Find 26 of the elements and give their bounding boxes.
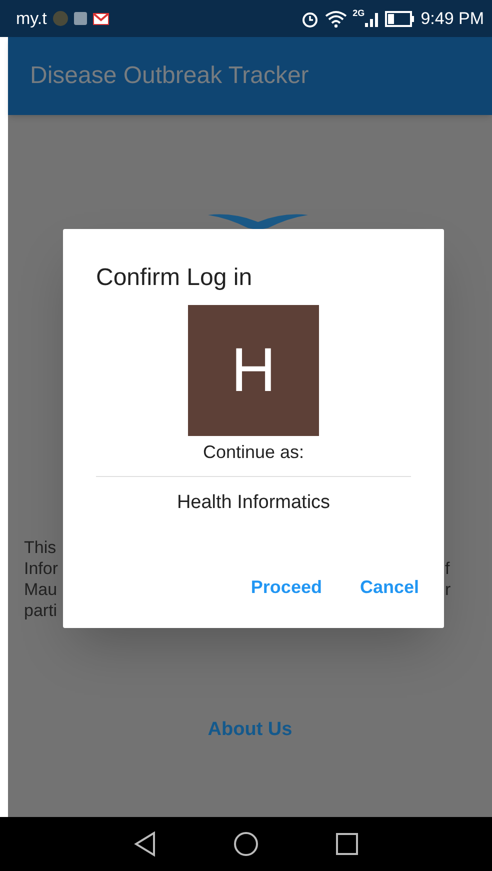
body-text: Infor <box>24 558 58 579</box>
dialog-button[interactable]: Proceed <box>250 574 322 600</box>
body-text: This <box>24 537 58 558</box>
body-text: parti <box>24 600 58 621</box>
image-icon <box>74 12 87 25</box>
recents-icon[interactable] <box>335 832 359 856</box>
dialog-title: Confirm Log in <box>96 263 254 293</box>
clock-label: 9:49 PM <box>420 8 484 30</box>
mail-icon <box>92 12 109 24</box>
signal-icon <box>364 10 379 26</box>
body-text: Mau <box>24 579 58 600</box>
alarm-icon <box>300 10 319 28</box>
app-title: Disease Outbreak Tracker <box>30 61 309 91</box>
body-text: f <box>445 558 451 579</box>
carrier-label: my.t <box>16 8 47 30</box>
battery-icon <box>384 10 415 26</box>
account-name: Health Informatics <box>176 491 330 515</box>
home-icon[interactable] <box>233 831 259 857</box>
back-icon[interactable] <box>133 831 157 857</box>
avatar: H <box>188 305 319 436</box>
body-text: r <box>445 579 451 600</box>
emblem-icon <box>208 212 308 230</box>
wifi-icon <box>324 10 347 28</box>
prompt-text: Continue as: <box>202 441 304 464</box>
dialog-button[interactable]: Cancel <box>360 574 419 600</box>
network-label: 2G <box>352 7 365 20</box>
